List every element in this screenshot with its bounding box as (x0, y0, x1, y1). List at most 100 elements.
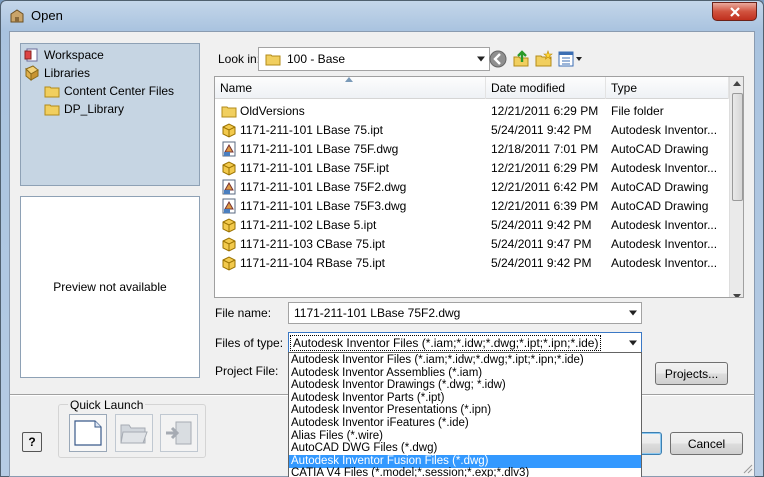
inventor-part-icon (222, 217, 236, 233)
quick-launch-new-button[interactable] (69, 414, 107, 452)
lookin-label: Look in: (218, 52, 261, 66)
app-icon (10, 9, 24, 23)
filename-input[interactable]: 1171-211-101 LBase 75F2.dwg (288, 302, 642, 324)
filetype-option[interactable]: Autodesk Inventor iFeatures (*.ide) (289, 417, 641, 430)
file-type-cell: Autodesk Inventor... (611, 234, 727, 253)
table-row[interactable]: 1171-211-101 LBase 75F3.dwg 12/21/2011 6:… (215, 196, 729, 215)
table-row[interactable]: 1171-211-101 LBase 75F.dwg 12/18/2011 7:0… (215, 139, 729, 158)
file-type-cell: AutoCAD Drawing (611, 139, 727, 158)
file-type: AutoCAD Drawing (611, 198, 709, 213)
place-label: Workspace (44, 48, 104, 62)
filetype-option[interactable]: AutoCAD DWG Files (*.dwg) (289, 442, 641, 455)
file-date-cell: 12/21/2011 6:29 PM (491, 101, 606, 120)
filetype-option[interactable]: Autodesk Inventor Presentations (*.ipn) (289, 404, 641, 417)
file-type: Autodesk Inventor... (611, 255, 718, 270)
inventor-part-icon (222, 160, 236, 176)
file-name: 1171-211-103 CBase 75.ipt (240, 236, 385, 251)
filetype-option[interactable]: CATIA V4 Files (*.model;*.session;*.exp;… (289, 467, 641, 477)
file-type: Autodesk Inventor... (611, 236, 718, 251)
filetype-option[interactable]: Autodesk Inventor Files (*.iam;*.idw;*.d… (289, 354, 641, 367)
table-row[interactable]: 1171-211-101 LBase 75.ipt 5/24/2011 9:42 … (215, 120, 729, 139)
window-title: Open (31, 8, 63, 23)
help-icon: ? (28, 435, 36, 449)
file-date-cell: 5/24/2011 9:42 PM (491, 120, 606, 139)
table-row[interactable]: OldVersions 12/21/2011 6:29 PM File folder (215, 101, 729, 120)
table-row[interactable]: 1171-211-104 RBase 75.ipt 5/24/2011 9:42 … (215, 253, 729, 272)
back-icon[interactable] (488, 49, 508, 69)
folder-icon (44, 86, 60, 98)
file-date: 12/21/2011 6:42 PM (491, 179, 599, 194)
cancel-button-label: Cancel (687, 436, 726, 451)
column-header-type[interactable]: Type (606, 77, 729, 99)
help-button[interactable]: ? (22, 432, 42, 452)
column-label: Name (220, 81, 253, 95)
file-list-header: Name Date modified Type (215, 77, 729, 99)
filetype-option[interactable]: Autodesk Inventor Drawings (*.dwg; *.idw… (289, 379, 641, 392)
lookin-dropdown[interactable]: 100 - Base (258, 47, 490, 71)
file-date-cell: 5/24/2011 9:42 PM (491, 215, 606, 234)
filetype-option[interactable]: Autodesk Inventor Parts (*.ipt) (289, 392, 641, 405)
inventor-part-icon (222, 236, 236, 252)
table-row[interactable]: 1171-211-101 LBase 75F.ipt 12/21/2011 6:2… (215, 158, 729, 177)
filetype-option[interactable]: Autodesk Inventor Assemblies (*.iam) (289, 367, 641, 380)
file-name-cell: 1171-211-104 RBase 75.ipt (221, 253, 483, 272)
place-content-center-files[interactable]: Content Center Files (44, 82, 174, 100)
file-date-cell: 12/21/2011 6:39 PM (491, 196, 606, 215)
file-date: 12/21/2011 6:29 PM (491, 103, 599, 118)
up-folder-icon[interactable] (511, 49, 531, 69)
filetype-dropdown-list[interactable]: Autodesk Inventor Files (*.iam;*.idw;*.d… (288, 352, 642, 477)
quick-launch-import-button[interactable] (160, 414, 198, 452)
new-folder-icon[interactable] (534, 49, 554, 69)
place-dp-library[interactable]: DP_Library (44, 100, 124, 118)
scroll-thumb[interactable] (732, 93, 743, 201)
title-bar[interactable]: Open (1, 1, 763, 31)
table-row[interactable]: 1171-211-103 CBase 75.ipt 5/24/2011 9:47 … (215, 234, 729, 253)
chevron-down-icon (629, 310, 637, 316)
table-row[interactable]: 1171-211-102 LBase 5.ipt 5/24/2011 9:42 P… (215, 215, 729, 234)
quick-launch-open-button[interactable] (115, 414, 153, 452)
filetype-dropdown[interactable]: Autodesk Inventor Files (*.iam;*.idw;*.d… (288, 332, 642, 353)
preview-pane: Preview not available (20, 196, 200, 378)
chevron-down-icon (629, 340, 637, 345)
file-type-cell: AutoCAD Drawing (611, 196, 727, 215)
projects-button[interactable]: Projects... (655, 362, 728, 385)
file-date: 5/24/2011 9:42 PM (491, 255, 592, 270)
lookin-value: 100 - Base (287, 52, 346, 66)
file-name-cell: 1171-211-101 LBase 75F.dwg (221, 139, 483, 158)
cancel-button[interactable]: Cancel (670, 432, 743, 455)
close-button[interactable] (712, 2, 757, 21)
file-name-cell: OldVersions (221, 101, 483, 120)
file-type: Autodesk Inventor... (611, 122, 718, 137)
filetype-option[interactable]: Autodesk Inventor Fusion Files (*.dwg) (289, 454, 641, 468)
place-label: DP_Library (64, 102, 125, 116)
file-date: 5/24/2011 9:47 PM (491, 236, 592, 251)
column-label: Date modified (491, 81, 566, 95)
place-libraries[interactable]: Libraries (24, 64, 90, 82)
file-type: Autodesk Inventor... (611, 217, 718, 232)
file-type: AutoCAD Drawing (611, 141, 709, 156)
file-name: 1171-211-104 RBase 75.ipt (240, 255, 385, 270)
filetype-option[interactable]: Alias Files (*.wire) (289, 430, 641, 443)
filename-value: 1171-211-101 LBase 75F2.dwg (294, 306, 461, 320)
file-date-cell: 5/24/2011 9:42 PM (491, 253, 606, 272)
file-date: 12/21/2011 6:39 PM (491, 198, 599, 213)
file-name: 1171-211-101 LBase 75F.dwg (240, 141, 399, 156)
table-row[interactable]: 1171-211-101 LBase 75F2.dwg 12/21/2011 6:… (215, 177, 729, 196)
vertical-scrollbar[interactable] (729, 77, 743, 298)
file-name: 1171-211-101 LBase 75.ipt (240, 122, 383, 137)
scroll-up-icon[interactable] (733, 81, 741, 86)
views-menu-icon[interactable] (558, 49, 584, 69)
column-label: Type (611, 81, 638, 95)
file-name-cell: 1171-211-101 LBase 75F2.dwg (221, 177, 483, 196)
file-name: 1171-211-102 LBase 5.ipt (240, 217, 377, 232)
file-date: 5/24/2011 9:42 PM (491, 217, 592, 232)
place-workspace[interactable]: Workspace (24, 46, 104, 64)
resize-grip-icon[interactable] (741, 462, 753, 474)
column-header-date[interactable]: Date modified (486, 77, 606, 99)
column-header-name[interactable]: Name (215, 77, 486, 99)
file-type-cell: Autodesk Inventor... (611, 120, 727, 139)
file-name: 1171-211-101 LBase 75F3.dwg (240, 198, 407, 213)
file-list[interactable]: Name Date modified Type OldVersions 12/21… (214, 76, 744, 298)
scroll-down-icon[interactable] (733, 294, 741, 298)
sort-ascending-icon (345, 77, 353, 82)
